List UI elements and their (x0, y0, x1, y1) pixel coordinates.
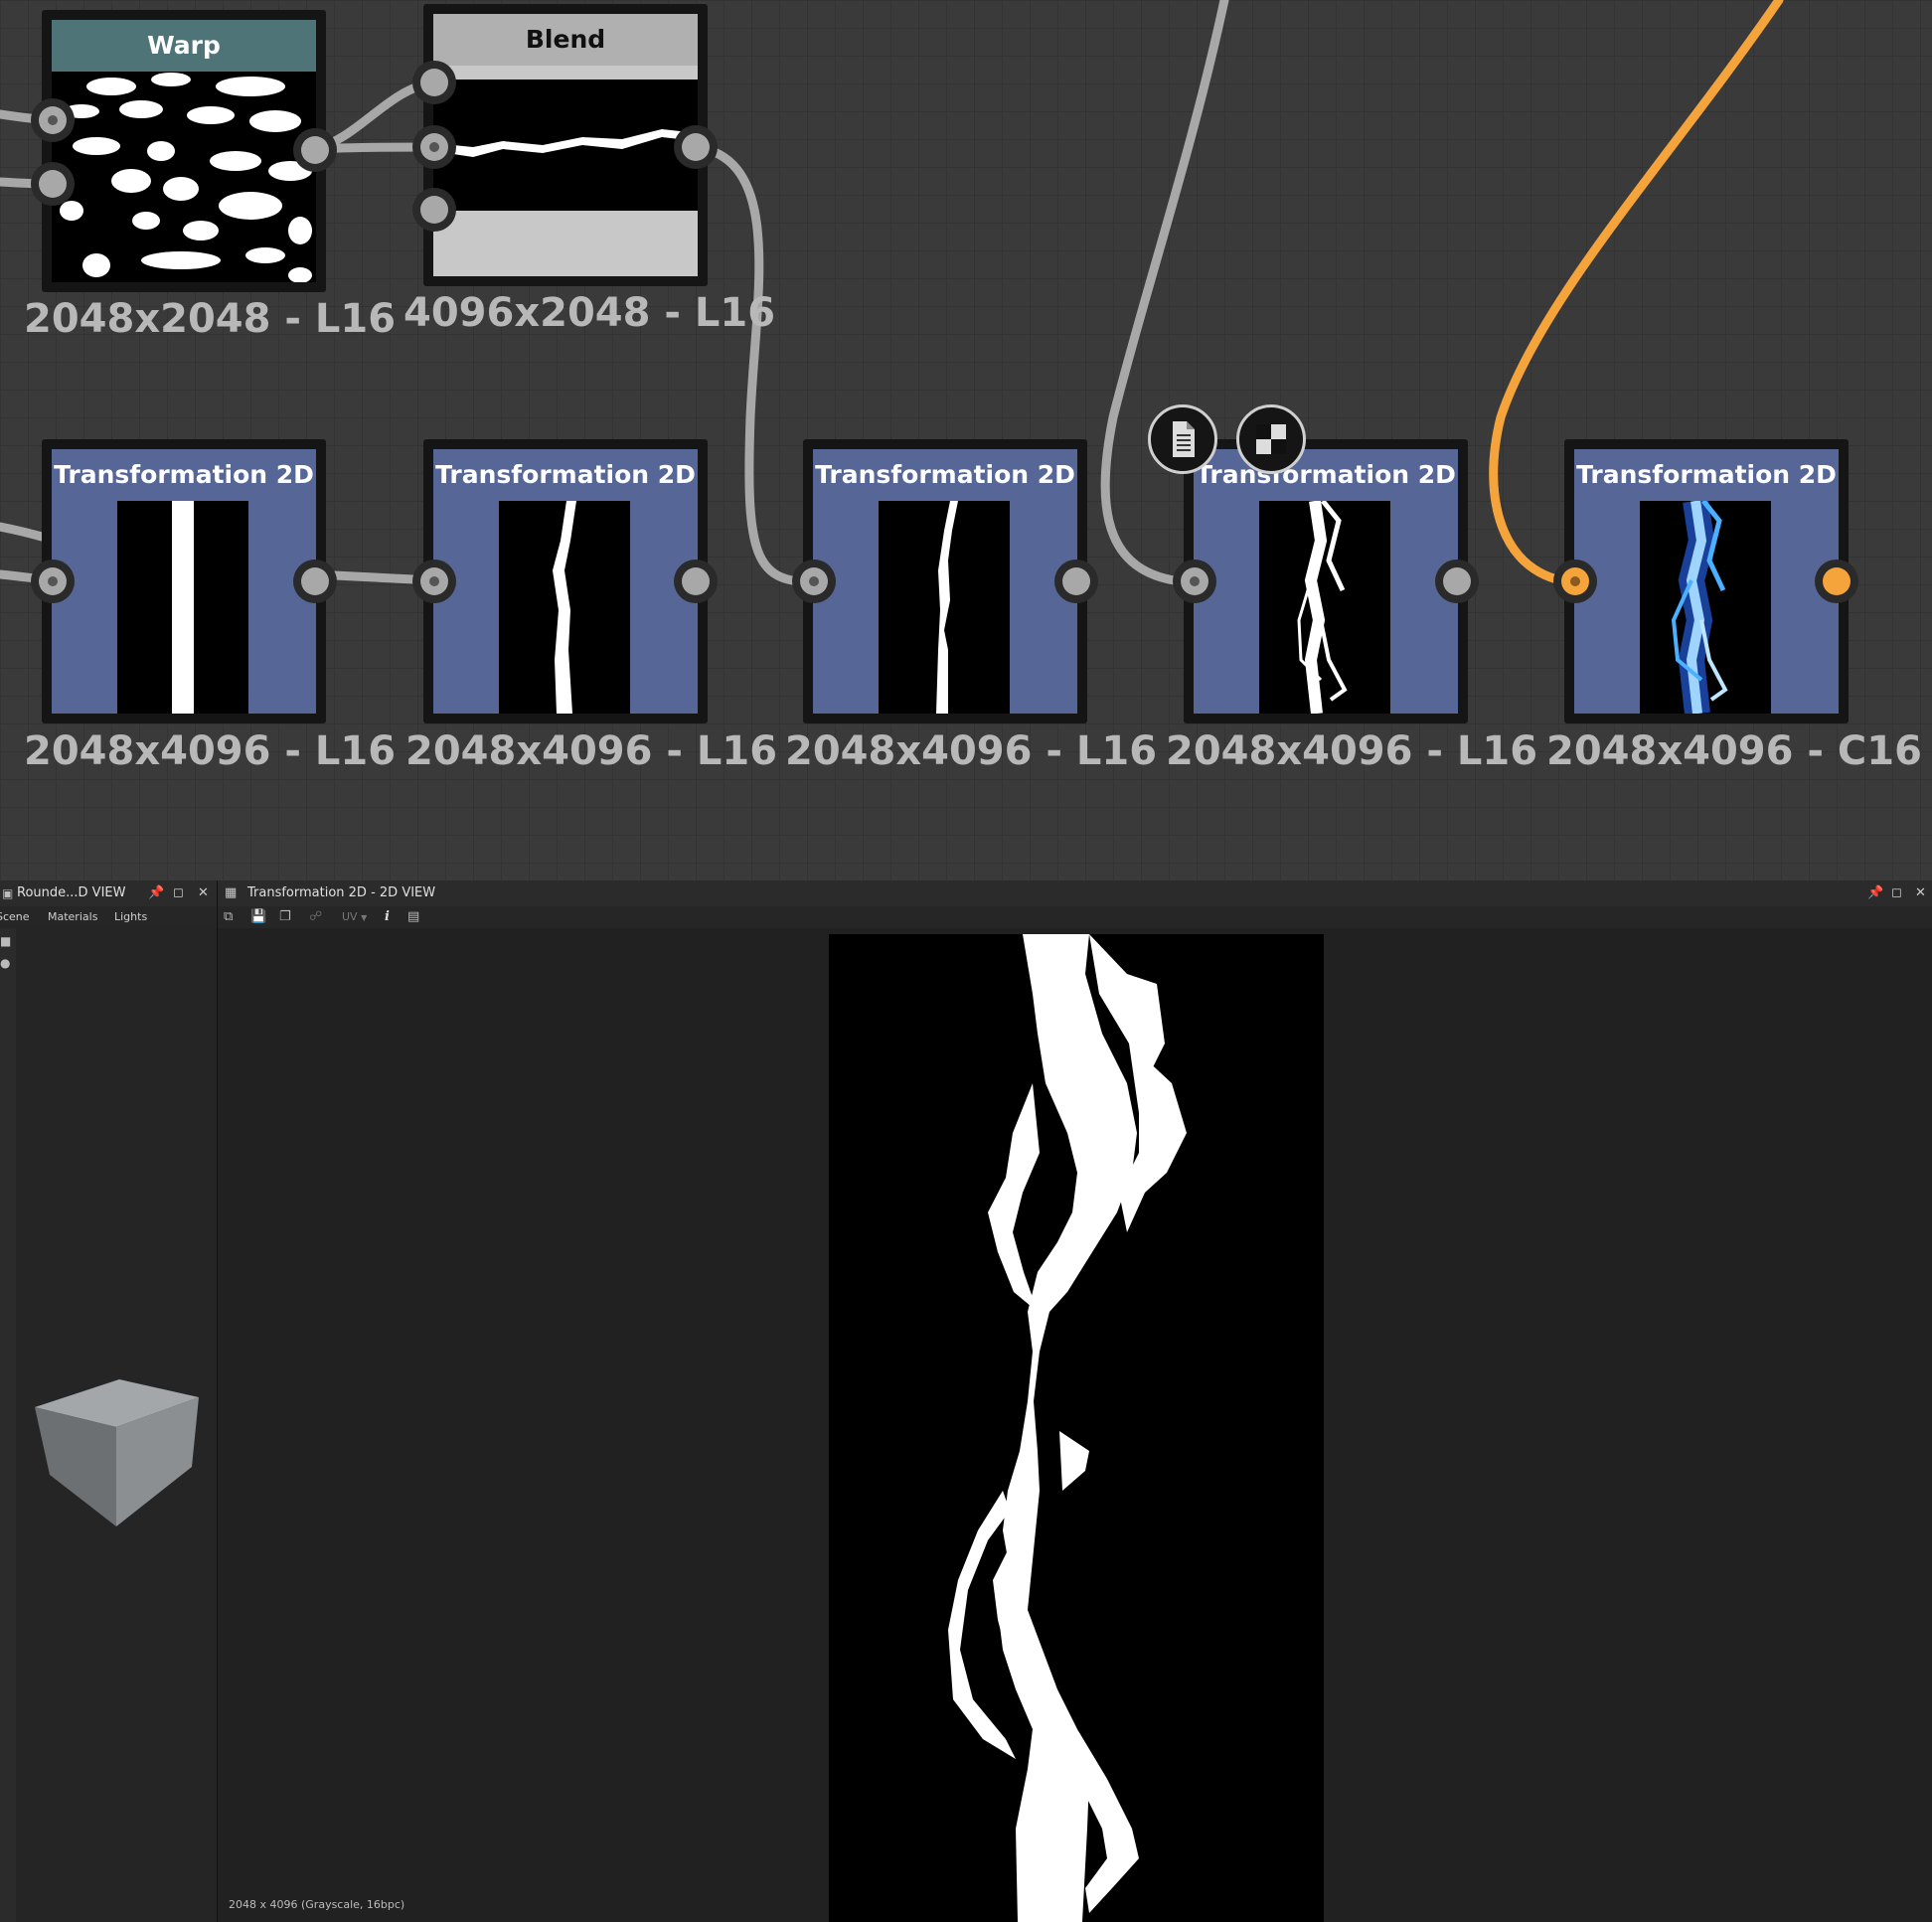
menu-scene[interactable]: Scene (0, 906, 30, 928)
transformation-2d-node-1[interactable]: Transformation 2D (42, 439, 326, 723)
close-icon[interactable]: ✕ (1915, 881, 1926, 906)
node-preview (1574, 501, 1839, 714)
transform1-input-port[interactable] (31, 560, 75, 603)
histogram-icon[interactable]: ▤ (407, 909, 419, 925)
node-preview-toggle-button[interactable] (1236, 404, 1306, 474)
transform3-size-label: 2048x4096 - L16 (785, 728, 1158, 774)
transform2-size-label: 2048x4096 - L16 (405, 728, 778, 774)
node-preview (52, 501, 316, 714)
document-icon (1173, 421, 1195, 457)
blend-preview-image (433, 129, 698, 157)
transform5-input-port[interactable] (1553, 560, 1597, 603)
node-title: Warp (52, 20, 316, 72)
warp-input-port-1[interactable] (31, 98, 75, 142)
transform4-output-port[interactable] (1435, 560, 1479, 603)
transformation-2d-node-2[interactable]: Transformation 2D (423, 439, 708, 723)
lightning-mask-image (948, 934, 1187, 1922)
node-comment-button[interactable] (1148, 404, 1217, 474)
blend-output-port[interactable] (674, 125, 718, 169)
transform4-size-label: 2048x4096 - L16 (1166, 728, 1538, 774)
light-icon[interactable]: ● (0, 956, 10, 970)
node-preview (433, 501, 698, 714)
view2d-title: Transformation 2D - 2D VIEW (247, 885, 436, 900)
share-icon[interactable]: ☍ (309, 909, 322, 925)
node-preview (813, 501, 1077, 714)
node-title: Transformation 2D (1194, 449, 1458, 501)
transformation-2d-node-4[interactable]: Transformation 2D (1184, 439, 1468, 723)
node-title: Transformation 2D (1574, 449, 1839, 501)
checkerboard-icon (1256, 424, 1286, 454)
transform1-output-port[interactable] (293, 560, 337, 603)
camera-icon[interactable]: ■ (0, 934, 11, 948)
scene-panel-titlebar: ▣ Rounde...D VIEW 📌 ◻ ✕ (0, 881, 217, 906)
cube-icon: ▣ (2, 886, 14, 900)
node-preview (1194, 501, 1458, 714)
warp-output-port[interactable] (293, 128, 337, 172)
node-preview (52, 72, 316, 282)
menu-materials[interactable]: Materials (48, 906, 97, 928)
chevron-down-icon: ▼ (361, 913, 368, 922)
warp-node[interactable]: Warp (42, 10, 326, 292)
pin-icon[interactable]: 📌 (148, 881, 164, 906)
transform5-output-port[interactable] (1815, 560, 1858, 603)
checkerboard-icon: ▦ (225, 885, 238, 900)
close-icon[interactable]: ✕ (198, 881, 209, 906)
save-icon[interactable]: 💾 (250, 909, 266, 925)
transformation-2d-node-5[interactable]: Transformation 2D (1564, 439, 1849, 723)
scene-panel-title: Rounde...D VIEW (17, 885, 126, 900)
node-title: Transformation 2D (433, 449, 698, 501)
node-title: Transformation 2D (52, 449, 316, 501)
transform3-output-port[interactable] (1054, 560, 1098, 603)
float-icon[interactable]: ◻ (173, 881, 184, 906)
warp-preview-image (60, 73, 312, 282)
transform2-input-port[interactable] (412, 560, 456, 603)
float-icon[interactable]: ◻ (1891, 881, 1902, 906)
blend-input-port-3[interactable] (412, 188, 456, 232)
blend-input-port-1[interactable] (412, 61, 456, 104)
warp-input-port-2[interactable] (31, 162, 75, 206)
transform3-input-port[interactable] (792, 560, 836, 603)
transform5-size-label: 2048x4096 - C16 (1546, 728, 1922, 774)
view-2d-panel: ▦ Transformation 2D - 2D VIEW 📌 ◻ ✕ ⧉ 💾 … (218, 881, 1932, 1922)
node-graph[interactable]: Warp 2048x2048 - L16 Blend 4096x2048 - L… (0, 0, 1932, 881)
scene-panel-menubar: Scene Materials Lights (0, 906, 217, 928)
menu-lights[interactable]: Lights (114, 906, 147, 928)
node-preview (433, 66, 698, 276)
view2d-titlebar: ▦ Transformation 2D - 2D VIEW 📌 ◻ ✕ (218, 881, 1932, 906)
transform4-input-port[interactable] (1173, 560, 1216, 603)
info-icon[interactable]: i (385, 906, 390, 928)
transform1-size-label: 2048x4096 - L16 (24, 728, 397, 774)
copy-icon[interactable]: ❐ (279, 909, 291, 925)
scene-side-toolbar: ■ ● (0, 928, 16, 1922)
node-title: Blend (433, 14, 698, 66)
warp-size-label: 2048x2048 - L16 (24, 296, 397, 342)
transformation-2d-node-3[interactable]: Transformation 2D (803, 439, 1087, 723)
view2d-toolbar: ⧉ 💾 ❐ ☍ UV ▼ i ▤ (218, 906, 1932, 928)
copy-view-icon[interactable]: ⧉ (224, 909, 233, 925)
node-title: Transformation 2D (813, 449, 1077, 501)
view2d-image[interactable] (829, 934, 1324, 1922)
scene-3d-panel: ▣ Rounde...D VIEW 📌 ◻ ✕ Scene Materials … (0, 881, 218, 1922)
blend-size-label: 4096x2048 - L16 (403, 290, 776, 336)
view2d-status: 2048 x 4096 (Grayscale, 16bpc) (229, 1898, 405, 1911)
pin-icon[interactable]: 📌 (1867, 881, 1883, 906)
blend-node[interactable]: Blend (423, 4, 708, 286)
rounded-cube-preview (35, 1379, 199, 1526)
uv-dropdown[interactable]: UV ▼ (342, 906, 367, 929)
transform2-output-port[interactable] (674, 560, 718, 603)
blend-input-port-2[interactable] (412, 125, 456, 169)
uv-label: UV (342, 910, 358, 923)
